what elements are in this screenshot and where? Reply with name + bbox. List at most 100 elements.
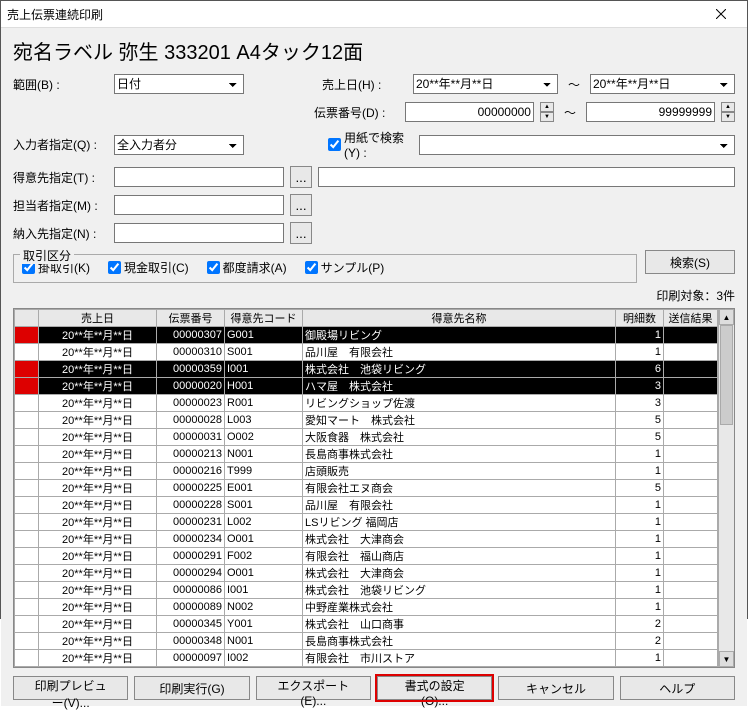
slipno-label: 伝票番号(D) : <box>314 104 399 121</box>
row-slip: 00000086 <box>157 582 225 599</box>
date-to-select[interactable]: 20**年**月**日 <box>590 74 735 94</box>
scroll-thumb[interactable] <box>720 325 733 425</box>
close-button[interactable] <box>701 1 741 27</box>
window-title: 売上伝票連続印刷 <box>7 6 701 23</box>
row-code: T999 <box>225 463 303 480</box>
slip-to-spin[interactable]: ▲▼ <box>721 102 735 122</box>
papersearch-checkbox[interactable] <box>328 138 341 151</box>
tilde-1: ～ <box>564 76 584 93</box>
row-lines: 2 <box>616 616 664 633</box>
row-code: F002 <box>225 548 303 565</box>
row-lines: 1 <box>616 565 664 582</box>
table-row[interactable]: 20**年**月**日00000225E001有限会社エヌ商会5 <box>15 480 718 497</box>
table-row[interactable]: 20**年**月**日00000307G001御殿場リビング1 <box>15 327 718 344</box>
delivery-input[interactable] <box>114 223 284 243</box>
row-mark[interactable] <box>15 497 39 514</box>
table-row[interactable]: 20**年**月**日00000216T999店頭販売1 <box>15 463 718 480</box>
table-row[interactable]: 20**年**月**日00000031O002大阪食器 株式会社5 <box>15 429 718 446</box>
row-mark[interactable] <box>15 582 39 599</box>
search-button[interactable]: 検索(S) <box>645 250 735 274</box>
row-mark[interactable] <box>15 514 39 531</box>
cancel-button[interactable]: キャンセル <box>498 676 613 700</box>
table-row[interactable]: 20**年**月**日00000213N001長島商事株式会社1 <box>15 446 718 463</box>
table-row[interactable]: 20**年**月**日00000020H001ハマ屋 株式会社3 <box>15 378 718 395</box>
row-result <box>664 531 718 548</box>
results-table-wrap: 売上日 伝票番号 得意先コード 得意先名称 明細数 送信結果 20**年**月*… <box>13 308 735 668</box>
customer-label: 得意先指定(T) : <box>13 169 108 186</box>
row-mark[interactable] <box>15 599 39 616</box>
row-lines: 1 <box>616 548 664 565</box>
row-slip: 00000031 <box>157 429 225 446</box>
close-icon <box>716 9 726 19</box>
scroll-up-icon[interactable]: ▲ <box>719 309 734 325</box>
papersearch-check[interactable]: 用紙で検索(Y) : <box>328 129 413 160</box>
person-lookup-button[interactable]: ... <box>290 194 312 216</box>
delivery-lookup-button[interactable]: ... <box>290 222 312 244</box>
range-select[interactable]: 日付 <box>114 74 244 94</box>
delivery-label: 納入先指定(N) : <box>13 225 108 242</box>
table-scrollbar[interactable]: ▲ ▼ <box>718 309 734 667</box>
slip-from-spin[interactable]: ▲▼ <box>540 102 554 122</box>
row-lines: 3 <box>616 378 664 395</box>
row-mark[interactable] <box>15 463 39 480</box>
table-row[interactable]: 20**年**月**日00000310S001品川屋 有限会社1 <box>15 344 718 361</box>
table-row[interactable]: 20**年**月**日00000234O001株式会社 大津商会1 <box>15 531 718 548</box>
format-button[interactable]: 書式の設定(O)... <box>377 676 492 700</box>
papersearch-select[interactable] <box>419 135 735 155</box>
row-mark[interactable] <box>15 412 39 429</box>
table-row[interactable]: 20**年**月**日00000345Y001株式会社 山口商事2 <box>15 616 718 633</box>
person-input[interactable] <box>114 195 284 215</box>
row-result <box>664 548 718 565</box>
sample-check[interactable]: サンプル(P) <box>305 259 385 276</box>
col-mark <box>15 310 39 327</box>
print-button[interactable]: 印刷実行(G) <box>134 676 249 700</box>
row-mark[interactable] <box>15 378 39 395</box>
customer-lookup-button[interactable]: ... <box>290 166 312 188</box>
table-row[interactable]: 20**年**月**日00000294O001株式会社 大津商会1 <box>15 565 718 582</box>
table-row[interactable]: 20**年**月**日00000228S001品川屋 有限会社1 <box>15 497 718 514</box>
tsudo-check[interactable]: 都度請求(A) <box>207 259 287 276</box>
row-mark[interactable] <box>15 531 39 548</box>
row-mark[interactable] <box>15 633 39 650</box>
help-button[interactable]: ヘルプ <box>620 676 735 700</box>
print-count: 印刷対象：3件 <box>13 287 735 304</box>
customer-name-input[interactable] <box>318 167 735 187</box>
row-date: 20**年**月**日 <box>39 344 157 361</box>
table-row[interactable]: 20**年**月**日00000089N002中野産業株式会社1 <box>15 599 718 616</box>
row-mark[interactable] <box>15 395 39 412</box>
row-slip: 00000234 <box>157 531 225 548</box>
row-mark[interactable] <box>15 361 39 378</box>
row-lines: 2 <box>616 633 664 650</box>
export-button[interactable]: エクスポート(E)... <box>256 676 371 700</box>
preview-button[interactable]: 印刷プレビュー(V)... <box>13 676 128 700</box>
row-mark[interactable] <box>15 429 39 446</box>
customer-input[interactable] <box>114 167 284 187</box>
table-row[interactable]: 20**年**月**日00000023R001リビングショップ佐渡3 <box>15 395 718 412</box>
range-label: 範囲(B) : <box>13 76 108 93</box>
inputter-select[interactable]: 全入力者分 <box>114 135 244 155</box>
slip-from-input[interactable] <box>405 102 534 122</box>
row-mark[interactable] <box>15 480 39 497</box>
table-row[interactable]: 20**年**月**日00000359I001株式会社 池袋リビング6 <box>15 361 718 378</box>
scroll-down-icon[interactable]: ▼ <box>719 651 734 667</box>
row-slip: 00000359 <box>157 361 225 378</box>
table-row[interactable]: 20**年**月**日00000086I001株式会社 池袋リビング1 <box>15 582 718 599</box>
genkin-check[interactable]: 現金取引(C) <box>108 259 189 276</box>
row-lines: 1 <box>616 446 664 463</box>
table-row[interactable]: 20**年**月**日00000348N001長島商事株式会社2 <box>15 633 718 650</box>
row-mark[interactable] <box>15 446 39 463</box>
table-row[interactable]: 20**年**月**日00000028L003愛知マート 株式会社5 <box>15 412 718 429</box>
row-mark[interactable] <box>15 565 39 582</box>
row-mark[interactable] <box>15 344 39 361</box>
row-mark[interactable] <box>15 616 39 633</box>
row-result <box>664 344 718 361</box>
table-row[interactable]: 20**年**月**日00000291F002有限会社 福山商店1 <box>15 548 718 565</box>
date-from-select[interactable]: 20**年**月**日 <box>413 74 558 94</box>
slip-to-input[interactable] <box>586 102 715 122</box>
dialog-window: 売上伝票連続印刷 宛名ラベル 弥生 333201 A4タック12面 範囲(B) … <box>0 0 748 619</box>
table-row[interactable]: 20**年**月**日00000097I002有限会社 市川ストア1 <box>15 650 718 667</box>
row-mark[interactable] <box>15 327 39 344</box>
row-mark[interactable] <box>15 650 39 667</box>
table-row[interactable]: 20**年**月**日00000231L002LSリビング 福岡店1 <box>15 514 718 531</box>
row-mark[interactable] <box>15 548 39 565</box>
